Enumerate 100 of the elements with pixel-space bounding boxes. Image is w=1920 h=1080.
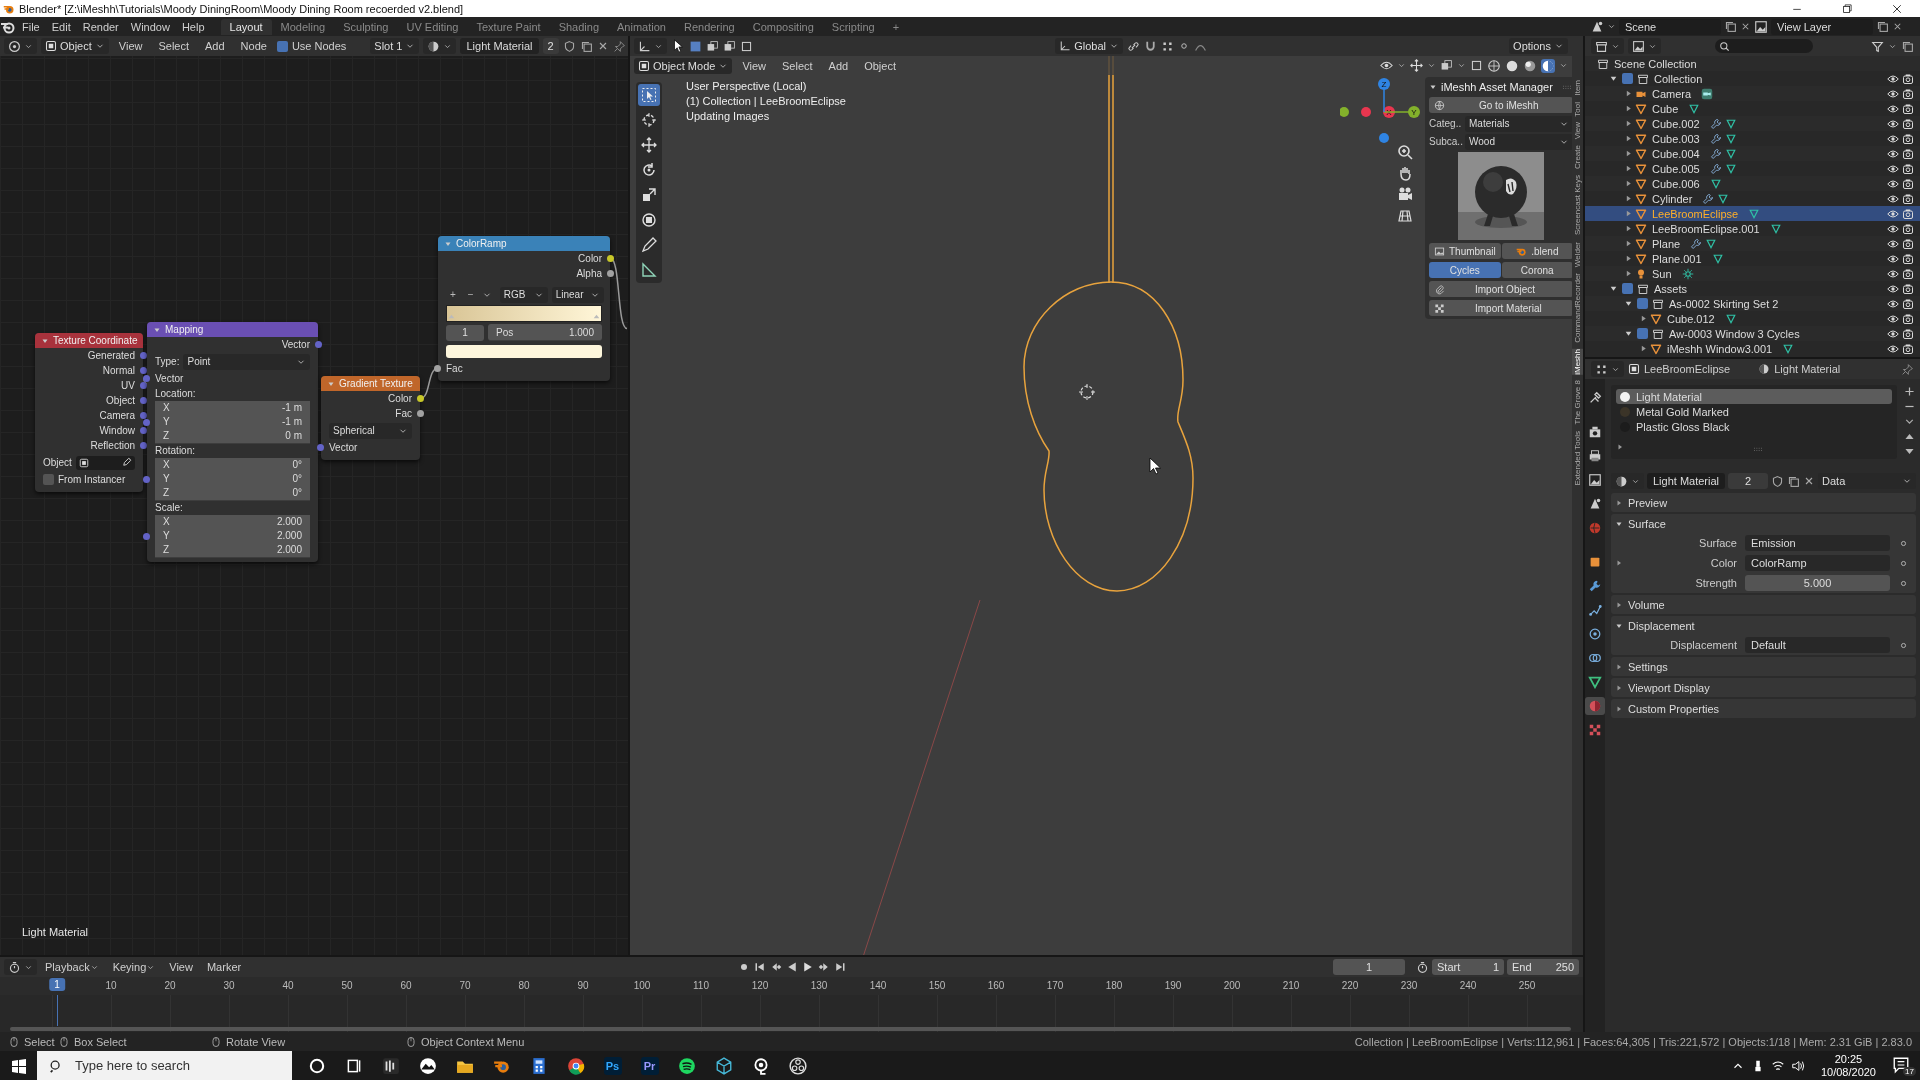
- frame-field[interactable]: 1: [1333, 959, 1405, 975]
- sidebar-tab[interactable]: Tool: [1572, 101, 1583, 117]
- panel-header[interactable]: Custom Properties: [1611, 699, 1917, 718]
- menu-item[interactable]: Add: [199, 40, 231, 52]
- node-header[interactable]: Texture Coordinate: [35, 333, 143, 348]
- material-name-field[interactable]: Light Material: [460, 38, 539, 54]
- menu-field[interactable]: Emission: [1745, 535, 1891, 551]
- workspace-tab[interactable]: Animation: [608, 18, 675, 35]
- import-button[interactable]: Import Material: [1429, 300, 1572, 316]
- panel-header[interactable]: Viewport Display: [1611, 678, 1917, 697]
- workspace-tab[interactable]: UV Editing: [397, 18, 468, 35]
- node-header[interactable]: Mapping: [147, 322, 318, 337]
- menu-item[interactable]: File: [16, 20, 46, 33]
- menu-item[interactable]: View: [163, 961, 199, 973]
- add-stop-button[interactable]: +: [446, 289, 460, 300]
- panel-header[interactable]: Settings: [1611, 657, 1917, 676]
- workspace-tab[interactable]: Layout: [220, 18, 272, 35]
- remove-stop-button[interactable]: −: [463, 289, 478, 300]
- options-dropdown[interactable]: Options: [1509, 38, 1568, 54]
- menu-item[interactable]: View: [112, 40, 149, 52]
- menu-dropdown[interactable]: Keying: [106, 961, 162, 973]
- menu-field[interactable]: ColorRamp: [1745, 555, 1891, 571]
- users-count-button[interactable]: 2: [1728, 473, 1769, 489]
- number-field[interactable]: X -1 m: [155, 400, 310, 416]
- object-type-dropdown[interactable]: Object: [41, 38, 109, 54]
- slot-dropdown[interactable]: Slot 1: [370, 38, 420, 54]
- panel-header[interactable]: Preview: [1611, 493, 1917, 512]
- menu-item[interactable]: Select: [152, 40, 196, 52]
- engine-toggle[interactable]: Corona: [1501, 262, 1572, 278]
- menu-item[interactable]: Object: [858, 59, 902, 72]
- menu-field[interactable]: Default: [1745, 637, 1891, 653]
- outliner-row[interactable]: Cube.012: [1585, 311, 1920, 326]
- app-icon[interactable]: Ps: [603, 1056, 622, 1075]
- workspace-tab[interactable]: Shading: [549, 18, 609, 35]
- panel-header[interactable]: Surface: [1611, 514, 1917, 533]
- menu-item[interactable]: View: [736, 59, 773, 72]
- menu-item[interactable]: Render: [76, 20, 125, 33]
- axis-handle[interactable]: X: [1383, 106, 1395, 118]
- orientation-dropdown[interactable]: Global: [1055, 38, 1123, 54]
- scene-field[interactable]: Scene: [1619, 18, 1721, 35]
- menu-item[interactable]: Help: [175, 20, 211, 33]
- workspace-tab[interactable]: Rendering: [674, 18, 744, 35]
- engine-toggle[interactable]: Cycles: [1429, 262, 1501, 278]
- dropdown[interactable]: Materials: [1465, 115, 1572, 132]
- users-count-button[interactable]: 2: [542, 38, 559, 54]
- playhead[interactable]: 1: [49, 978, 65, 991]
- workspace-tab[interactable]: Sculpting: [334, 18, 398, 35]
- sidebar-tab[interactable]: Item: [1572, 80, 1583, 96]
- menu-item[interactable]: Select: [776, 59, 819, 72]
- menu-dropdown[interactable]: Playback: [39, 961, 105, 973]
- sidebar-tab[interactable]: Extended Tools: [1572, 430, 1583, 486]
- panel-header[interactable]: Volume: [1611, 595, 1917, 614]
- node-header[interactable]: Gradient Texture: [321, 376, 420, 391]
- sidebar-tab[interactable]: iMeshh: [1572, 348, 1583, 375]
- menu-item[interactable]: Node: [234, 40, 273, 52]
- slot-row[interactable]: Plastic Gloss Black: [1616, 419, 1893, 434]
- preview-button[interactable]: .blend: [1501, 243, 1572, 259]
- stop-index-field[interactable]: 1: [446, 324, 484, 341]
- outliner-row[interactable]: Cube.003: [1585, 131, 1920, 146]
- panel-header[interactable]: Displacement: [1611, 616, 1917, 635]
- number-field[interactable]: X 2.000: [155, 514, 310, 530]
- outliner-row[interactable]: iMeshh Window3.001: [1585, 341, 1920, 356]
- workspace-tab[interactable]: Compositing: [743, 18, 823, 35]
- preview-button[interactable]: Thumbnail: [1429, 243, 1501, 259]
- menu-item[interactable]: Marker: [200, 961, 248, 973]
- sidebar-tab[interactable]: The Grove 8: [1572, 380, 1583, 425]
- outliner-row[interactable]: Assets: [1585, 281, 1920, 296]
- dropdown[interactable]: RGB: [499, 286, 548, 303]
- outliner-row[interactable]: Cube: [1585, 101, 1920, 116]
- dropdown[interactable]: Spherical: [329, 422, 412, 439]
- app-icon[interactable]: Pr: [640, 1056, 659, 1075]
- import-button[interactable]: Import Object: [1429, 281, 1572, 297]
- outliner-row[interactable]: Plane.001: [1585, 251, 1920, 266]
- sidebar-tab[interactable]: View: [1572, 122, 1583, 140]
- view-layer-field[interactable]: View Layer: [1771, 18, 1873, 35]
- link-dropdown[interactable]: Data: [1818, 473, 1917, 489]
- go-button[interactable]: Go to iMeshh: [1429, 97, 1572, 113]
- mode-dropdown[interactable]: Object Mode: [634, 57, 733, 74]
- menu-item[interactable]: Window: [124, 20, 176, 33]
- number-field[interactable]: X 0°: [155, 457, 310, 473]
- outliner-row[interactable]: Collection: [1585, 71, 1920, 86]
- workspace-tab[interactable]: Texture Paint: [467, 18, 550, 35]
- slot-row[interactable]: Metal Gold Marked: [1616, 404, 1893, 419]
- outliner-row[interactable]: Cube.005: [1585, 161, 1920, 176]
- end-frame-field[interactable]: End 250: [1507, 959, 1579, 975]
- workspace-tab[interactable]: Modeling: [271, 18, 335, 35]
- dropdown[interactable]: Point: [183, 353, 310, 370]
- sidebar-tab[interactable]: Welder: [1572, 241, 1583, 267]
- axis-handle[interactable]: Z: [1378, 78, 1390, 113]
- sidebar-tab[interactable]: CommandRecorder: [1572, 272, 1583, 343]
- dropdown[interactable]: Wood: [1465, 133, 1572, 150]
- material-name-field[interactable]: Light Material: [1647, 473, 1726, 489]
- outliner-row[interactable]: Cylinder: [1585, 191, 1920, 206]
- workspace-tab[interactable]: Scripting: [822, 18, 884, 35]
- node-header[interactable]: ColorRamp: [438, 236, 610, 251]
- outliner-row[interactable]: LeeBroomEclipse.001: [1585, 221, 1920, 236]
- search-field[interactable]: Type here to search: [37, 1051, 292, 1080]
- outliner-row[interactable]: LeeBroomEclipse: [1585, 206, 1920, 221]
- start-frame-field[interactable]: Start 1: [1432, 959, 1504, 975]
- sidebar-tab[interactable]: Screencast Keys: [1572, 175, 1583, 236]
